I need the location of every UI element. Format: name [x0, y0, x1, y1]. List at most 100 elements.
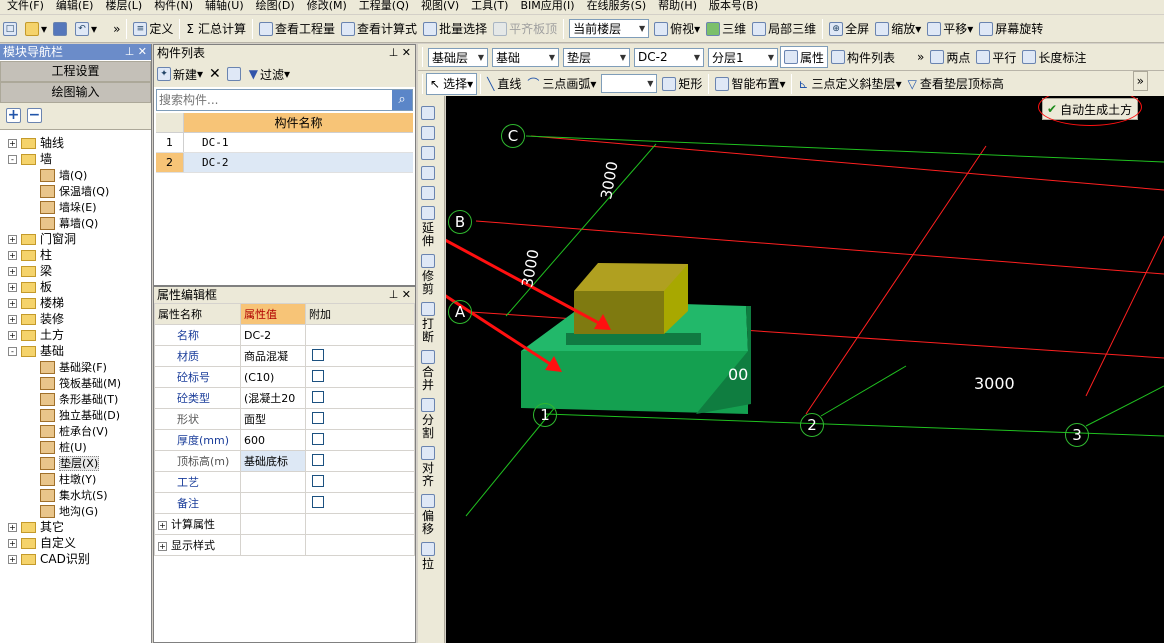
- view-qty-button[interactable]: 查看工程量: [256, 18, 338, 40]
- property-value[interactable]: (C10): [240, 366, 306, 388]
- arc-button[interactable]: ⌒ 三点画弧 ▾: [524, 73, 599, 95]
- nav-tree-item[interactable]: + 梁: [8, 263, 151, 279]
- expand-icon[interactable]: +: [8, 251, 17, 260]
- property-group-row[interactable]: + 显示样式: [154, 534, 415, 556]
- drawing-canvas[interactable]: 3000 3000 3000 00 C B A 1 2 3 ✔ 自动生成土方: [446, 96, 1164, 643]
- extra-checkbox[interactable]: [312, 432, 324, 445]
- collapse-all-icon[interactable]: −: [26, 108, 42, 123]
- menu-item[interactable]: 在线服务(S): [580, 0, 652, 12]
- pin-close-icons[interactable]: ⊥ ✕: [389, 45, 411, 61]
- nav-tree-item[interactable]: + 其它: [8, 519, 151, 535]
- menu-item[interactable]: 楼层(L): [98, 0, 147, 12]
- nav-tree-item[interactable]: 集水坑(S): [8, 487, 151, 503]
- category-select[interactable]: 基础 ▼: [492, 47, 559, 67]
- pencil-icon[interactable]: [418, 106, 438, 120]
- nav-tree-item[interactable]: 条形基础(T): [8, 391, 151, 407]
- floor-select[interactable]: 当前楼层 ▼: [569, 19, 650, 38]
- nav-tree-item[interactable]: 墙垛(E): [8, 199, 151, 215]
- pin-close-icons[interactable]: ⊥ ✕: [125, 44, 147, 60]
- nav-tree-item[interactable]: 地沟(G): [8, 503, 151, 519]
- nav-tree-item[interactable]: 保温墙(Q): [8, 183, 151, 199]
- menu-item[interactable]: 辅轴(U): [198, 0, 249, 12]
- property-value[interactable]: [240, 471, 306, 493]
- extra-checkbox[interactable]: [312, 411, 324, 424]
- rotate-icon[interactable]: [418, 186, 438, 200]
- expand-all-icon[interactable]: +: [6, 108, 21, 123]
- sum-calc-button[interactable]: Σ 汇总计算: [183, 18, 249, 40]
- view-formula-button[interactable]: 查看计算式: [338, 18, 420, 40]
- arc-option-select[interactable]: ▼: [601, 74, 658, 93]
- menu-item[interactable]: 视图(V): [414, 0, 464, 12]
- property-value[interactable]: 商品混凝: [240, 345, 306, 367]
- menu-item[interactable]: 编辑(E): [49, 0, 99, 12]
- layer-type-select[interactable]: 基础层 ▼: [428, 47, 488, 67]
- expand-icon[interactable]: +: [158, 541, 167, 551]
- length-dim-button[interactable]: 长度标注: [1019, 46, 1089, 68]
- menu-item[interactable]: 绘图(D): [249, 0, 300, 12]
- smart-place-button[interactable]: 智能布置 ▾: [712, 73, 788, 95]
- move-icon[interactable]: [418, 166, 438, 180]
- expand-icon[interactable]: +: [8, 299, 17, 308]
- nav-tree-item[interactable]: 垫层(X): [8, 455, 151, 471]
- expand-icon[interactable]: +: [8, 267, 17, 276]
- nav-tree-item[interactable]: 桩承台(V): [8, 423, 151, 439]
- screen-rotate-button[interactable]: 屏幕旋转: [976, 18, 1046, 40]
- align-slab-button[interactable]: 平齐板顶: [490, 18, 560, 40]
- nav-tree-item[interactable]: + CAD识别: [8, 551, 151, 567]
- rect-button[interactable]: 矩形: [659, 73, 705, 95]
- vertical-tool-button[interactable]: 偏移: [418, 494, 438, 536]
- expand-icon[interactable]: +: [158, 520, 167, 530]
- extra-checkbox[interactable]: [312, 369, 324, 382]
- extra-checkbox[interactable]: [312, 474, 324, 487]
- three-d-button[interactable]: 三维: [703, 18, 749, 40]
- expand-icon[interactable]: +: [8, 235, 17, 244]
- toolbar3-more[interactable]: »: [1132, 71, 1148, 91]
- undo-icon[interactable]: ↶ ▾: [72, 18, 100, 40]
- property-value[interactable]: 600: [240, 429, 306, 451]
- vertical-tool-button[interactable]: 拉: [418, 542, 438, 571]
- nav-tree-item[interactable]: - 基础: [8, 343, 151, 359]
- new-file-icon[interactable]: □: [0, 18, 22, 40]
- filter-button[interactable]: ▼ 过滤 ▾: [246, 63, 293, 85]
- new-component-button[interactable]: ✦ 新建 ▾: [154, 63, 206, 85]
- pin-close-icons[interactable]: ⊥ ✕: [389, 287, 411, 303]
- nav-tree-item[interactable]: + 楼梯: [8, 295, 151, 311]
- expand-icon[interactable]: +: [8, 331, 17, 340]
- expand-icon[interactable]: +: [8, 139, 17, 148]
- sublayer-select[interactable]: 分层1 ▼: [708, 47, 778, 67]
- nav-tree-item[interactable]: + 自定义: [8, 535, 151, 551]
- select-button[interactable]: ↖ 选择 ▾: [426, 72, 478, 95]
- top-view-button[interactable]: 俯视 ▾: [651, 18, 703, 40]
- expand-icon[interactable]: +: [8, 283, 17, 292]
- extra-checkbox[interactable]: [312, 495, 324, 508]
- copy-icon[interactable]: [224, 63, 246, 85]
- batch-select-button[interactable]: 批量选择: [420, 18, 490, 40]
- view-top-elev-button[interactable]: ▽ 查看垫层顶标高: [905, 73, 1007, 95]
- nav-tree-item[interactable]: 筏板基础(M): [8, 375, 151, 391]
- extra-checkbox[interactable]: [312, 453, 324, 466]
- nav-tree-item[interactable]: 墙(Q): [8, 167, 151, 183]
- open-folder-icon[interactable]: ▾: [22, 18, 50, 40]
- component-type-select[interactable]: 垫层 ▼: [563, 47, 630, 67]
- vertical-tool-button[interactable]: 延伸: [418, 206, 438, 248]
- attributes-toggle[interactable]: 属性: [780, 46, 829, 68]
- collapse-icon[interactable]: -: [8, 347, 17, 356]
- component-select[interactable]: DC-2 ▼: [634, 47, 704, 67]
- full-screen-button[interactable]: ⊕ 全屏: [826, 18, 872, 40]
- copy-tool-icon[interactable]: [418, 126, 438, 140]
- menu-item[interactable]: 帮助(H): [651, 0, 702, 12]
- component-list-toggle[interactable]: 构件列表: [828, 46, 898, 68]
- delete-icon[interactable]: ✕: [206, 63, 224, 85]
- expand-icon[interactable]: +: [8, 523, 17, 532]
- nav-tree-item[interactable]: + 板: [8, 279, 151, 295]
- define-button[interactable]: ≡ 定义: [130, 18, 176, 40]
- property-value[interactable]: 基础底标: [240, 450, 306, 472]
- nav-tree-item[interactable]: + 装修: [8, 311, 151, 327]
- nav-tree-item[interactable]: + 柱: [8, 247, 151, 263]
- menu-item[interactable]: 构件(N): [147, 0, 198, 12]
- zoom-button[interactable]: 缩放 ▾: [872, 18, 924, 40]
- menu-item[interactable]: 工具(T): [464, 0, 513, 12]
- menu-item[interactable]: BIM应用(I): [513, 0, 579, 12]
- nav-tree-item[interactable]: 桩(U): [8, 439, 151, 455]
- drawing-input-tab[interactable]: 绘图输入: [0, 82, 151, 103]
